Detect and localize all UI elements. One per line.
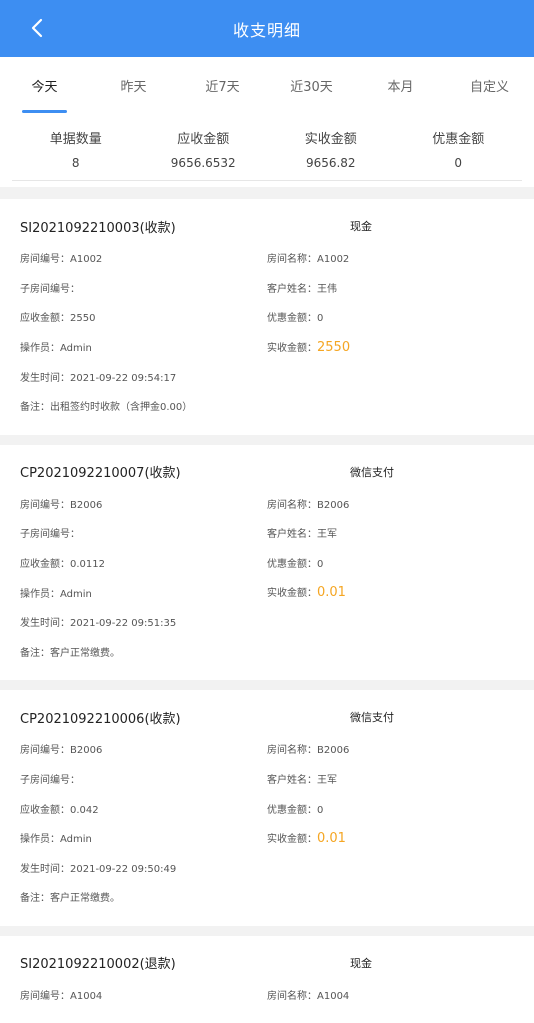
- remark-value: 客户正常缴费。: [50, 647, 120, 659]
- date-filter-tabs: 今天 昨天 近7天 近30天 本月 自定义: [0, 57, 534, 113]
- payment-method: 现金: [350, 956, 372, 970]
- discount-value: 0: [317, 804, 324, 816]
- operator-label: 操作员：: [20, 588, 60, 600]
- receivable-value: 2550: [70, 313, 96, 325]
- remark-label: 备注：: [20, 402, 50, 414]
- chevron-left-icon: [31, 18, 43, 38]
- customer-value: 王伟: [317, 283, 337, 295]
- summary-label: 优惠金额: [432, 131, 485, 147]
- receivable-label: 应收金额：: [20, 804, 70, 816]
- room-name-label: 房间名称：: [267, 499, 317, 511]
- room-no-value: A1002: [70, 254, 103, 266]
- sub-room-label: 子房间编号：: [20, 283, 80, 295]
- room-name-value: B2006: [317, 745, 350, 757]
- summary-doc-count: 单据数量 8: [12, 130, 140, 172]
- record-number: SI2021092210002(退款): [20, 957, 176, 973]
- operator-value: Admin: [60, 834, 92, 846]
- summary-value: 9656.82: [305, 155, 356, 170]
- summary-label: 单据数量: [49, 131, 102, 147]
- summary-label: 应收金额: [177, 131, 230, 147]
- remark-value: 出租签约时收款（含押金0.00）: [50, 402, 193, 414]
- customer-label: 客户姓名：: [267, 775, 317, 787]
- summary-value: 9656.6532: [170, 155, 236, 170]
- tab-custom[interactable]: 自定义: [445, 57, 534, 113]
- summary-label: 实收金额: [304, 131, 357, 147]
- received-label: 实收金额：: [267, 588, 317, 600]
- discount-label: 优惠金额：: [267, 804, 317, 816]
- record-number: SI2021092210003(收款): [20, 220, 176, 236]
- remark-label: 备注：: [20, 647, 50, 659]
- record-card[interactable]: SI2021092210002(退款) 现金 房间编号：A1004 房间名称：A…: [0, 935, 534, 1023]
- time-label: 发生时间：: [20, 372, 70, 384]
- summary-panel: 单据数量 8 应收金额 9656.6532 实收金额 9656.82 优惠金额 …: [0, 113, 534, 187]
- page-title: 收支明细: [232, 20, 301, 40]
- record-number: CP2021092210006(收款): [20, 711, 181, 727]
- room-name-value: A1004: [317, 990, 350, 1002]
- room-name-label: 房间名称：: [267, 254, 317, 266]
- room-no-value: B2006: [70, 499, 103, 511]
- operator-value: Admin: [60, 588, 92, 600]
- room-name-value: B2006: [317, 499, 350, 511]
- summary-discount: 优惠金额 0: [395, 130, 523, 172]
- room-name-value: A1002: [317, 254, 350, 266]
- receivable-label: 应收金额：: [20, 313, 70, 325]
- room-no-label: 房间编号：: [20, 254, 70, 266]
- received-label: 实收金额：: [267, 833, 317, 845]
- room-name-label: 房间名称：: [267, 990, 317, 1002]
- operator-label: 操作员：: [20, 834, 60, 846]
- record-card[interactable]: SI2021092210003(收款) 现金 房间编号：A1002 房间名称：A…: [0, 199, 534, 435]
- discount-value: 0: [317, 313, 324, 325]
- time-value: 2021-09-22 09:54:17: [70, 372, 177, 384]
- nav-header: 收支明细: [0, 0, 534, 57]
- receivable-value: 0.042: [70, 804, 99, 816]
- summary-receivable: 应收金额 9656.6532: [140, 130, 268, 172]
- divider: [0, 187, 534, 199]
- sub-room-label: 子房间编号：: [20, 775, 80, 787]
- customer-value: 王军: [317, 775, 337, 787]
- time-value: 2021-09-22 09:50:49: [70, 863, 177, 875]
- payment-method: 微信支付: [350, 711, 394, 725]
- tab-yesterday[interactable]: 昨天: [89, 57, 178, 113]
- payment-method: 现金: [350, 220, 372, 233]
- tab-last-30-days[interactable]: 近30天: [267, 57, 356, 113]
- room-no-label: 房间编号：: [20, 745, 70, 757]
- record-card[interactable]: CP2021092210007(收款) 微信支付 房间编号：B2006 房间名称…: [0, 444, 534, 681]
- summary-value: 8: [71, 155, 80, 170]
- payment-method: 微信支付: [350, 465, 394, 479]
- tab-last-7-days[interactable]: 近7天: [178, 57, 267, 113]
- room-no-value: B2006: [70, 745, 103, 757]
- discount-label: 优惠金额：: [267, 313, 317, 325]
- back-button[interactable]: [24, 15, 50, 41]
- operator-label: 操作员：: [20, 343, 60, 355]
- time-value: 2021-09-22 09:51:35: [70, 618, 177, 630]
- received-value: 2550: [317, 339, 351, 355]
- discount-value: 0: [317, 559, 324, 571]
- discount-label: 优惠金额：: [267, 559, 317, 571]
- room-no-value: A1004: [70, 990, 103, 1002]
- received-value: 0.01: [317, 830, 346, 846]
- remark-value: 客户正常缴费。: [50, 893, 120, 905]
- room-no-label: 房间编号：: [20, 499, 70, 511]
- summary-value: 0: [454, 155, 463, 170]
- received-value: 0.01: [317, 585, 346, 601]
- record-number: CP2021092210007(收款): [20, 466, 181, 482]
- receivable-label: 应收金额：: [20, 559, 70, 571]
- received-label: 实收金额：: [267, 342, 317, 354]
- customer-label: 客户姓名：: [267, 283, 317, 295]
- room-name-label: 房间名称：: [267, 745, 317, 757]
- customer-label: 客户姓名：: [267, 529, 317, 541]
- record-card[interactable]: CP2021092210006(收款) 微信支付 房间编号：B2006 房间名称…: [0, 690, 534, 926]
- time-label: 发生时间：: [20, 863, 70, 875]
- tab-this-month[interactable]: 本月: [356, 57, 445, 113]
- receivable-value: 0.0112: [70, 559, 105, 571]
- remark-label: 备注：: [20, 893, 50, 905]
- operator-value: Admin: [60, 343, 92, 355]
- time-label: 发生时间：: [20, 618, 70, 630]
- tab-today[interactable]: 今天: [0, 57, 89, 113]
- room-no-label: 房间编号：: [20, 990, 70, 1002]
- sub-room-label: 子房间编号：: [20, 529, 80, 541]
- summary-received: 实收金额 9656.82: [267, 130, 395, 172]
- customer-value: 王军: [317, 529, 337, 541]
